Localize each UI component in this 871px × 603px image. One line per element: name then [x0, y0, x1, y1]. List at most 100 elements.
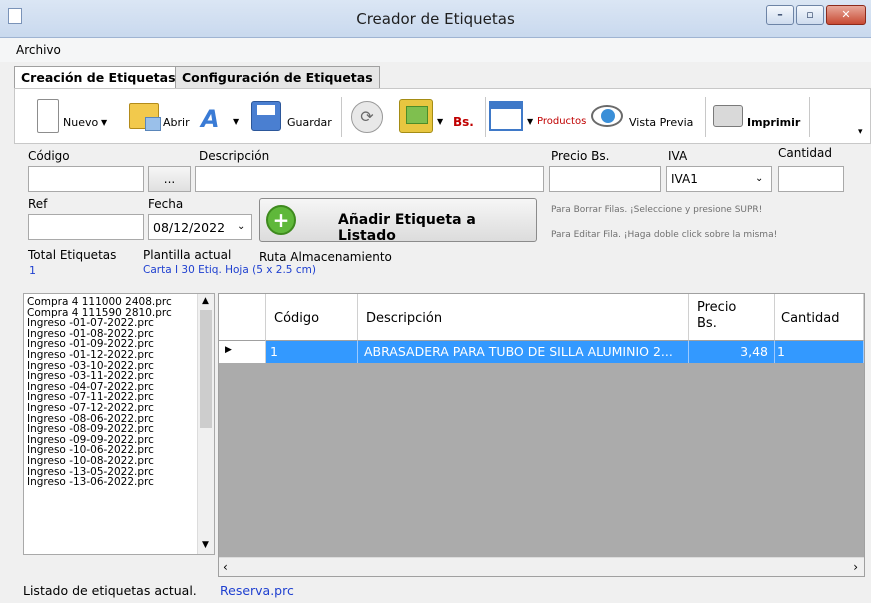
cantidad-input[interactable]: [778, 166, 844, 192]
toolbar: Nuevo ▼ Abrir A ▼ Guardar ⟳ ▼ Bs. ▼ Prod…: [14, 88, 871, 144]
codigo-input[interactable]: [28, 166, 144, 192]
cantidad-label: Cantidad: [778, 146, 832, 160]
tab-configuracion[interactable]: Configuración de Etiquetas: [175, 66, 380, 88]
fecha-label: Fecha: [148, 197, 184, 211]
file-list[interactable]: Compra 4 111000 2408.prc Compra 4 111590 …: [23, 293, 215, 555]
currency-button[interactable]: ▼ Bs.: [397, 97, 489, 137]
products-button[interactable]: ▼ Productos: [489, 97, 589, 137]
file-list-item[interactable]: Ingreso -13-06-2022.prc: [27, 477, 197, 488]
chevron-down-icon: ⌄: [237, 221, 246, 232]
file-list-item[interactable]: Ingreso -01-12-2022.prc: [27, 350, 197, 361]
refresh-icon: ⟳: [351, 101, 383, 133]
column-header-cantidad[interactable]: Cantidad: [775, 294, 864, 341]
pen-text-icon: A: [201, 105, 220, 133]
hint-edit: Para Editar Fila. ¡Haga doble click sobr…: [551, 230, 778, 240]
chevron-left-icon[interactable]: ‹: [223, 560, 228, 574]
file-list-item[interactable]: Compra 4 111000 2408.prc: [27, 297, 197, 308]
column-header-precio[interactable]: Precio Bs.: [689, 294, 775, 341]
labels-grid[interactable]: Código Descripción Precio Bs. Cantidad ▶…: [218, 293, 865, 577]
column-header-label: Descripción: [366, 311, 443, 326]
column-header-label: Código: [274, 311, 320, 326]
total-value: 1: [29, 264, 36, 277]
products-label: Productos: [537, 116, 587, 127]
cell-codigo[interactable]: 1: [266, 341, 358, 363]
row-header[interactable]: ▶: [219, 341, 266, 363]
row-header-corner: [219, 294, 266, 341]
scroll-thumb[interactable]: [200, 310, 212, 428]
file-list-items: Compra 4 111000 2408.prc Compra 4 111590 …: [27, 297, 197, 488]
iva-selected-value: IVA1: [671, 172, 698, 186]
plantilla-value: Carta I 30 Etiq. Hoja (5 x 2.5 cm): [143, 264, 316, 276]
footer-filename: Reserva.prc: [220, 583, 294, 598]
current-row-icon: ▶: [225, 345, 232, 355]
column-header-codigo[interactable]: Código: [266, 294, 358, 341]
toolbar-separator: [341, 97, 342, 137]
save-button[interactable]: Guardar: [247, 97, 339, 137]
close-icon: ✕: [841, 8, 851, 21]
chevron-down-icon[interactable]: ▼: [202, 540, 209, 550]
currency-label: Bs.: [453, 115, 474, 129]
precio-label: Precio Bs.: [551, 149, 610, 163]
toolbar-separator: [485, 97, 486, 137]
grid-horizontal-scrollbar[interactable]: ‹ ›: [219, 557, 864, 576]
save-label: Guardar: [287, 116, 332, 129]
maximize-button[interactable]: ▫: [796, 5, 824, 25]
overflow-icon[interactable]: ▾: [858, 127, 863, 137]
menu-archivo[interactable]: Archivo: [16, 43, 61, 57]
chevron-down-icon: ▼: [527, 117, 534, 126]
file-list-scrollbar[interactable]: ▲ ▼: [197, 294, 214, 554]
file-list-item[interactable]: Ingreso -10-08-2022.prc: [27, 456, 197, 467]
plus-icon: +: [266, 205, 296, 235]
money-icon: [399, 99, 433, 133]
preview-label: Vista Previa: [629, 116, 694, 129]
close-button[interactable]: ✕: [826, 5, 866, 25]
cell-descripcion[interactable]: ABRASADERA PARA TUBO DE SILLA ALUMINIO 2…: [358, 341, 689, 363]
print-label: Imprimir: [747, 116, 801, 129]
ruta-label: Ruta Almacenamiento: [259, 250, 392, 264]
calendar-icon: [145, 117, 161, 131]
precio-input[interactable]: [549, 166, 661, 192]
cell-cantidad[interactable]: 1: [775, 341, 864, 363]
minimize-button[interactable]: –: [766, 5, 794, 25]
document-icon: [37, 99, 59, 133]
iva-label: IVA: [668, 149, 688, 163]
open-button[interactable]: Abrir: [125, 97, 193, 137]
file-list-item[interactable]: Ingreso -07-12-2022.prc: [27, 403, 197, 414]
descripcion-input[interactable]: [195, 166, 544, 192]
add-label-button[interactable]: + Añadir Etiqueta a Listado: [259, 198, 537, 244]
minimize-icon: –: [777, 8, 783, 21]
toolbar-separator: [705, 97, 706, 137]
total-label: Total Etiquetas: [28, 248, 117, 262]
preview-button[interactable]: Vista Previa: [589, 97, 699, 137]
chevron-down-icon: ▼: [101, 118, 108, 127]
tab-creacion[interactable]: Creación de Etiquetas: [14, 66, 183, 88]
browse-button[interactable]: ...: [148, 166, 191, 192]
menu-bar: Archivo: [0, 38, 871, 62]
chevron-up-icon[interactable]: ▲: [202, 296, 209, 306]
window-icon: [489, 101, 523, 131]
cell-precio[interactable]: 3,48: [689, 341, 775, 363]
chevron-down-icon: ⌄: [755, 173, 764, 184]
title-bar: Creador de Etiquetas – ▫ ✕: [0, 0, 871, 38]
new-label: Nuevo: [63, 116, 99, 129]
chevron-right-icon[interactable]: ›: [853, 560, 858, 574]
fecha-value: 08/12/2022: [153, 220, 226, 235]
refresh-button[interactable]: ⟳: [349, 97, 389, 137]
iva-select[interactable]: IVA1 ⌄: [666, 166, 772, 192]
plantilla-label: Plantilla actual: [143, 248, 232, 262]
edit-text-button[interactable]: A ▼: [197, 97, 243, 137]
descripcion-label: Descripción: [199, 149, 270, 163]
chevron-down-icon: ▼: [233, 117, 240, 126]
ref-label: Ref: [28, 197, 48, 211]
printer-icon: [713, 105, 743, 127]
print-button[interactable]: Imprimir: [709, 97, 805, 137]
floppy-icon: [251, 101, 281, 131]
column-header-label: Cantidad: [781, 311, 840, 326]
column-header-descripcion[interactable]: Descripción: [358, 294, 689, 341]
ref-input[interactable]: [28, 214, 144, 240]
codigo-label: Código: [28, 149, 70, 163]
toolbar-separator: [809, 97, 810, 137]
eye-icon: [591, 105, 623, 127]
fecha-picker[interactable]: 08/12/2022 ⌄: [148, 214, 252, 240]
new-button[interactable]: Nuevo ▼: [23, 97, 107, 137]
